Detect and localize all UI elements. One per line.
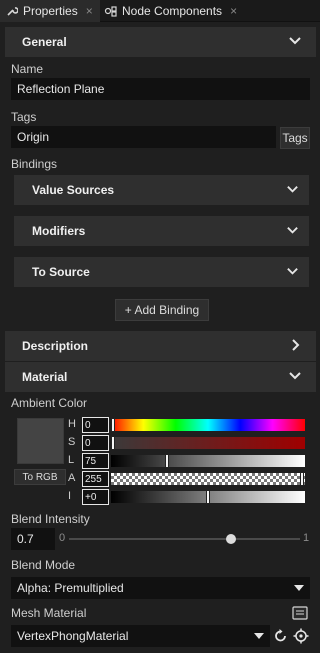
reset-icon[interactable] bbox=[273, 628, 289, 644]
subsection-to-source[interactable]: To Source bbox=[14, 257, 309, 287]
tags-button[interactable]: Tags bbox=[280, 127, 310, 149]
chevron-down-icon bbox=[287, 268, 298, 275]
channel-label-l: L bbox=[68, 454, 75, 466]
mesh-material-label: Mesh Material bbox=[11, 606, 87, 620]
intensity-slider[interactable] bbox=[111, 490, 305, 504]
blend-intensity-knob[interactable] bbox=[225, 534, 236, 544]
section-material[interactable]: Material bbox=[5, 362, 316, 392]
section-general[interactable]: General bbox=[5, 27, 316, 57]
lightness-slider[interactable] bbox=[111, 454, 305, 468]
tab-properties[interactable]: Properties × bbox=[0, 0, 100, 22]
blend-intensity-track[interactable] bbox=[69, 538, 300, 540]
mesh-material-dropdown[interactable]: VertexPhongMaterial bbox=[11, 625, 270, 647]
slider-marker[interactable] bbox=[165, 454, 170, 468]
channel-label-h: H bbox=[68, 418, 76, 430]
close-icon[interactable]: × bbox=[86, 4, 93, 18]
dropdown-arrow-icon bbox=[254, 633, 264, 639]
chevron-down-icon bbox=[289, 37, 301, 45]
channel-label-i: I bbox=[68, 490, 72, 502]
saturation-input[interactable]: 0 bbox=[82, 435, 109, 451]
ambient-color-label: Ambient Color bbox=[11, 396, 88, 410]
chevron-down-icon bbox=[289, 372, 301, 380]
name-field[interactable]: Reflection Plane bbox=[11, 78, 310, 100]
wrench-icon bbox=[7, 7, 18, 16]
channel-label-s: S bbox=[68, 436, 76, 448]
components-icon bbox=[104, 6, 117, 17]
bindings-label: Bindings bbox=[11, 157, 58, 171]
tags-label: Tags bbox=[11, 110, 37, 124]
subsection-title: Modifiers bbox=[32, 224, 86, 238]
dropdown-arrow-icon bbox=[294, 585, 304, 591]
color-swatch[interactable] bbox=[17, 418, 64, 464]
slider-marker[interactable] bbox=[300, 472, 304, 486]
name-label: Name bbox=[11, 62, 44, 76]
blend-intensity-input[interactable]: 0.7 bbox=[11, 528, 55, 550]
subsection-modifiers[interactable]: Modifiers bbox=[14, 216, 309, 246]
channel-label-a: A bbox=[68, 472, 76, 484]
slider-marker[interactable] bbox=[111, 418, 115, 432]
alpha-slider[interactable] bbox=[111, 472, 305, 486]
target-icon[interactable] bbox=[293, 628, 309, 644]
blend-mode-label: Blend Mode bbox=[11, 558, 76, 572]
subsection-title: Value Sources bbox=[32, 183, 115, 197]
hue-input[interactable]: 0 bbox=[82, 417, 109, 433]
tab-label: Properties bbox=[23, 4, 78, 18]
slider-min-label: 0 bbox=[59, 532, 66, 544]
slider-marker[interactable] bbox=[111, 436, 115, 450]
tags-field[interactable]: Origin bbox=[11, 126, 276, 148]
tab-bar: Properties × Node Components × bbox=[0, 0, 320, 22]
chevron-down-icon bbox=[287, 186, 298, 193]
section-title: Material bbox=[22, 370, 68, 384]
section-description[interactable]: Description bbox=[5, 331, 316, 361]
add-binding-button[interactable]: + Add Binding bbox=[115, 299, 209, 321]
lightness-input[interactable]: 75 bbox=[82, 453, 109, 469]
subsection-value-sources[interactable]: Value Sources bbox=[14, 175, 309, 205]
section-title: Description bbox=[22, 339, 89, 353]
tab-label: Node Components bbox=[122, 4, 223, 18]
hue-slider[interactable] bbox=[111, 418, 305, 432]
to-rgb-button[interactable]: To RGB bbox=[14, 469, 66, 485]
chevron-right-icon bbox=[292, 339, 300, 351]
tab-node-components[interactable]: Node Components × bbox=[102, 0, 252, 22]
chevron-down-icon bbox=[287, 227, 298, 234]
alpha-input[interactable]: 255 bbox=[82, 471, 109, 487]
section-title: General bbox=[22, 35, 67, 49]
saturation-slider[interactable] bbox=[111, 436, 305, 450]
mesh-material-value: VertexPhongMaterial bbox=[17, 629, 129, 643]
blend-mode-dropdown[interactable]: Alpha: Premultiplied bbox=[11, 577, 310, 599]
blend-mode-value: Alpha: Premultiplied bbox=[17, 581, 124, 595]
blend-intensity-label: Blend Intensity bbox=[11, 512, 90, 526]
close-icon[interactable]: × bbox=[230, 4, 237, 18]
intensity-input[interactable]: +0 bbox=[82, 489, 109, 505]
subsection-title: To Source bbox=[32, 265, 90, 279]
slider-marker[interactable] bbox=[206, 490, 210, 504]
slider-max-label: 1 bbox=[303, 532, 310, 544]
material-browser-icon[interactable] bbox=[292, 605, 308, 621]
